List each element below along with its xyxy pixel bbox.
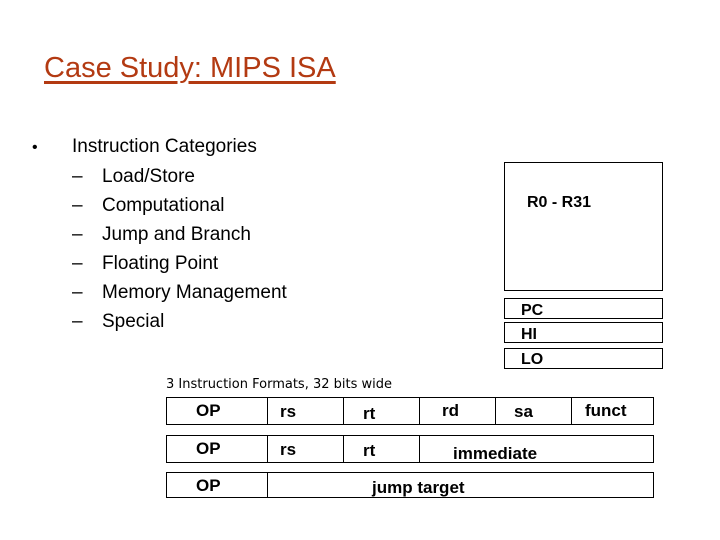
sub-item-label: Floating Point (102, 253, 219, 274)
hi-register-box: HI (504, 322, 663, 343)
sub-item: – Load/Store (32, 162, 287, 191)
dash-icon: – (72, 166, 83, 187)
field-divider (267, 398, 268, 424)
sub-item: – Computational (32, 191, 287, 220)
dash-icon: – (72, 195, 83, 216)
field-divider (267, 436, 268, 462)
r-format-row: OP rs rt rd sa funct (166, 397, 654, 425)
field-rt: rt (363, 441, 376, 460)
sub-item: – Special (32, 307, 287, 336)
formats-caption: 3 Instruction Formats, 32 bits wide (166, 377, 392, 392)
j-format-row: OP jump target (166, 472, 654, 498)
field-rs: rs (280, 402, 297, 421)
sub-item-label: Load/Store (102, 166, 195, 187)
sub-item: – Memory Management (32, 278, 287, 307)
field-divider (495, 398, 496, 424)
field-immediate: immediate (453, 444, 538, 463)
field-divider (343, 398, 344, 424)
field-divider (343, 436, 344, 462)
field-divider (267, 473, 268, 497)
field-rd: rd (442, 401, 459, 420)
bullet-list: • Instruction Categories – Load/Store – Co… (32, 132, 287, 336)
bullet-label: Instruction Categories (72, 136, 257, 157)
dash-icon: – (72, 224, 83, 245)
dash-icon: – (72, 253, 83, 274)
lo-register-box: LO (504, 348, 663, 369)
field-op: OP (196, 401, 221, 420)
sub-item-label: Memory Management (102, 282, 287, 303)
slide-title: Case Study: MIPS ISA (44, 52, 336, 84)
sub-item-label: Computational (102, 195, 225, 216)
bullet-dot-icon: • (32, 139, 38, 156)
field-op: OP (196, 476, 221, 495)
dash-icon: – (72, 282, 83, 303)
register-file-label: R0 - R31 (527, 194, 592, 211)
field-funct: funct (585, 401, 627, 420)
register-file-box: R0 - R31 (504, 162, 663, 291)
field-jump-target: jump target (372, 478, 465, 497)
field-rs: rs (280, 440, 297, 459)
i-format-row: OP rs rt immediate (166, 435, 654, 463)
field-rt: rt (363, 404, 376, 423)
field-op: OP (196, 439, 221, 458)
lo-label: LO (521, 351, 544, 368)
field-divider (571, 398, 572, 424)
sub-item-label: Jump and Branch (102, 224, 251, 245)
dash-icon: – (72, 311, 83, 332)
hi-label: HI (521, 326, 537, 343)
sub-item-label: Special (102, 311, 165, 332)
pc-register-box: PC (504, 298, 663, 319)
pc-label: PC (521, 302, 544, 319)
sub-item: – Floating Point (32, 249, 287, 278)
sub-item: – Jump and Branch (32, 220, 287, 249)
field-divider (419, 398, 420, 424)
bullet-item: • Instruction Categories (32, 132, 287, 162)
field-sa: sa (514, 402, 533, 421)
field-divider (419, 436, 420, 462)
